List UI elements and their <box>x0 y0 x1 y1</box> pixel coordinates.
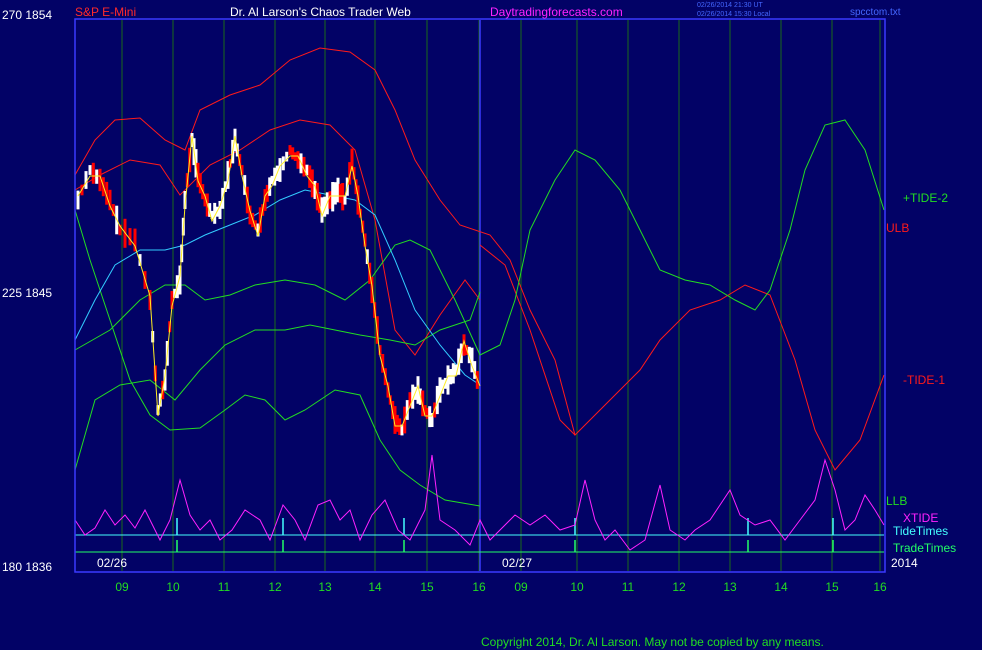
legend-tide1: -TIDE-1 <box>903 373 945 387</box>
date-label-1: 02/26 <box>97 556 127 570</box>
x-tick-label: 11 <box>218 580 231 594</box>
symbol-title: S&P E-Mini <box>75 5 136 19</box>
timestamp-ut: 02/26/2014 21:30 UT <box>697 2 763 9</box>
x-tick-label: 09 <box>115 580 129 594</box>
x-tick-label: 16 <box>873 580 887 594</box>
x-tick-label: 12 <box>672 580 686 594</box>
page-title: Dr. Al Larson's Chaos Trader Web <box>230 5 411 19</box>
legend-llb: LLB <box>886 494 907 508</box>
x-tick-label: 10 <box>570 580 584 594</box>
x-tick-label: 14 <box>368 580 382 594</box>
legend-ulb: ULB <box>886 221 909 235</box>
x-tick-label: 09 <box>514 580 528 594</box>
x-tick-label: 16 <box>472 580 486 594</box>
y-label-mid: 225 1845 <box>2 286 52 300</box>
source-file: spcctom.txt <box>850 7 901 18</box>
legend-xtide: XTIDE <box>903 511 938 525</box>
legend-tidetimes: TideTimes <box>893 524 948 538</box>
legend-tradetimes: TradeTimes <box>893 541 956 555</box>
legend-tide2: +TIDE-2 <box>903 191 948 205</box>
site-link[interactable]: Daytradingforecasts.com <box>490 5 623 19</box>
y-label-bottom: 180 1836 <box>2 560 52 574</box>
x-tick-label: 15 <box>420 580 434 594</box>
x-tick-label: 11 <box>622 580 635 594</box>
x-tick-label: 15 <box>825 580 839 594</box>
chaos-trader-chart: S&P E-Mini Dr. Al Larson's Chaos Trader … <box>0 0 982 650</box>
date-label-2: 02/27 <box>502 556 532 570</box>
copyright: Copyright 2014, Dr. Al Larson. May not b… <box>481 635 824 649</box>
y-label-top: 270 1854 <box>2 8 52 22</box>
year-label: 2014 <box>891 556 918 570</box>
x-tick-label: 12 <box>268 580 282 594</box>
x-tick-label: 10 <box>166 580 180 594</box>
timestamp-local: 02/26/2014 15:30 Local <box>697 11 771 18</box>
x-tick-label: 13 <box>723 580 737 594</box>
x-tick-label: 14 <box>774 580 788 594</box>
x-tick-label: 13 <box>318 580 332 594</box>
